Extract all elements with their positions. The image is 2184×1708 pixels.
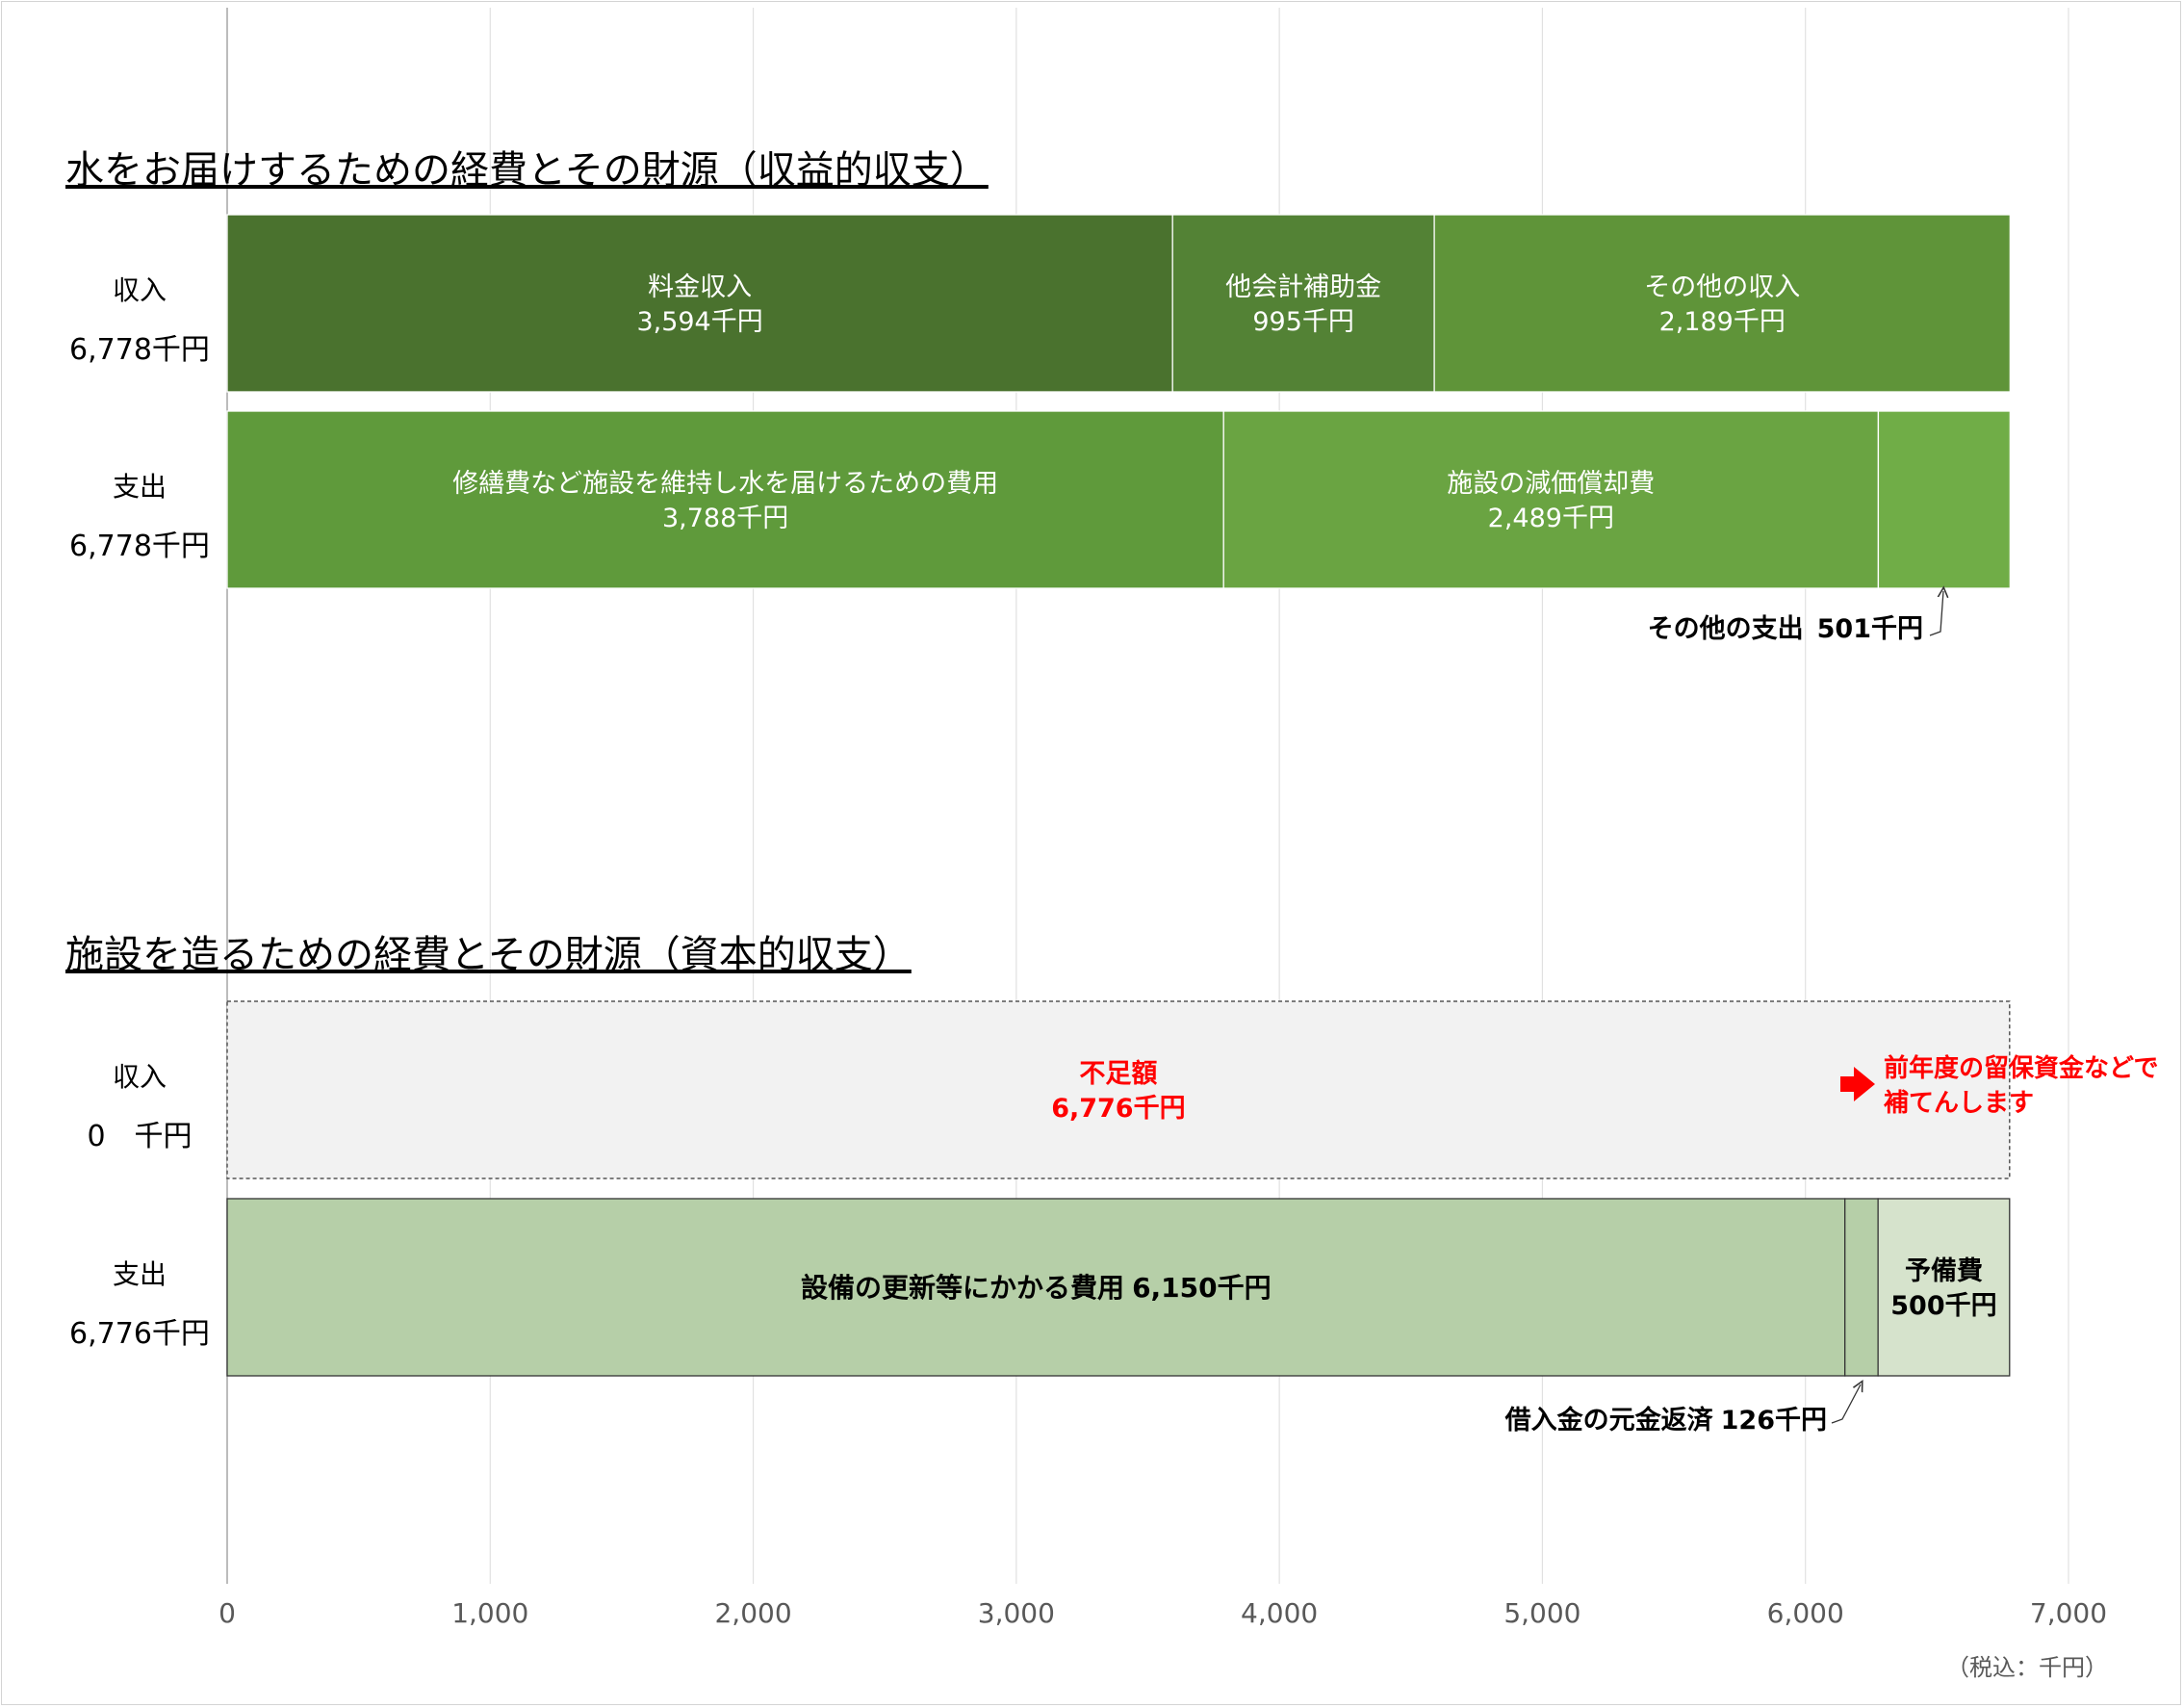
bar-segment [1433, 214, 2011, 393]
bar-segment [226, 214, 1173, 393]
bar-segment [226, 1000, 2011, 1179]
segment-name: 予備費 [1905, 1255, 1983, 1286]
segment-name: 設備の更新等にかかる費用 [801, 1272, 1124, 1304]
row-label: 収入 [113, 274, 167, 306]
row-total: 0 千円 [87, 1120, 192, 1153]
segment-value: 2,489千円 [1488, 504, 1614, 533]
segment-value: 6,776千円 [1051, 1094, 1185, 1124]
segment-value: 995千円 [1252, 307, 1354, 337]
x-tick-label: 0 [218, 1597, 236, 1629]
bar-segment [226, 410, 1224, 589]
callout-value: 126千円 [1721, 1406, 1827, 1436]
segment-value: 500千円 [1890, 1291, 1996, 1321]
segment-value: 6,150千円 [1132, 1272, 1272, 1304]
budget-chart: 0 1,000 2,000 3,000 4,000 5,000 6,000 7,000 （税込：… [65, 8, 2158, 1681]
segment-name: 不足額 [1079, 1059, 1157, 1089]
callout-name: その他の支出 [1648, 614, 1804, 644]
segment-value: 3,594千円 [636, 307, 762, 337]
callout-label: その他の支出 501千円 [1648, 614, 1923, 644]
unit-note: （税込：千円） [1946, 1654, 2108, 1681]
row-label: 収入 [113, 1061, 167, 1093]
segment-value: 2,189千円 [1659, 307, 1786, 337]
x-tick-label: 1,000 [451, 1597, 528, 1629]
section-title: 施設を造るための経費とその財源（資本的収支） [65, 933, 912, 977]
note-line: 補てんします [1883, 1089, 2034, 1118]
segment-name: その他の収入 [1644, 272, 1800, 302]
row-total: 6,778千円 [69, 530, 210, 563]
segment-name: 他会計補助金 [1225, 272, 1381, 302]
row-label: 支出 [113, 471, 167, 503]
x-tick-label: 6,000 [1767, 1597, 1844, 1629]
x-tick-label: 5,000 [1503, 1597, 1580, 1629]
callout-name: 借入金の元金返済 [1504, 1405, 1714, 1436]
segment-label: 設備の更新等にかかる費用 6,150千円 [801, 1272, 1272, 1304]
callout-value: 501千円 [1817, 614, 1923, 644]
bar-segment [1844, 1198, 1879, 1377]
x-tick-label: 2,000 [714, 1597, 791, 1629]
x-tick-label: 3,000 [978, 1597, 1055, 1629]
bar-segment [1171, 214, 1435, 393]
bar-segment [1877, 1198, 2011, 1377]
segment-name: 料金収入 [648, 272, 752, 302]
row-label: 支出 [113, 1258, 167, 1290]
callout-label: 借入金の元金返済 126千円 [1504, 1405, 1827, 1436]
x-tick-label: 4,000 [1241, 1597, 1318, 1629]
segment-value: 3,788千円 [662, 504, 788, 533]
bar-segment [1877, 410, 2011, 589]
segment-name: 修繕費など施設を維持し水を届けるための費用 [452, 469, 998, 499]
row-total: 6,776千円 [69, 1317, 210, 1351]
row-total: 6,778千円 [69, 333, 210, 367]
callout-arrow-icon [1831, 1385, 1861, 1424]
segment-name: 施設の減価償却費 [1447, 469, 1655, 499]
bar-segment [1222, 410, 1880, 589]
section-title: 水をお届けするための経費とその財源（収益的収支） [65, 148, 989, 193]
callout-arrow-icon [1929, 591, 1943, 636]
note-line: 前年度の留保資金などで [1884, 1053, 2158, 1083]
x-tick-label: 7,000 [2030, 1597, 2107, 1629]
